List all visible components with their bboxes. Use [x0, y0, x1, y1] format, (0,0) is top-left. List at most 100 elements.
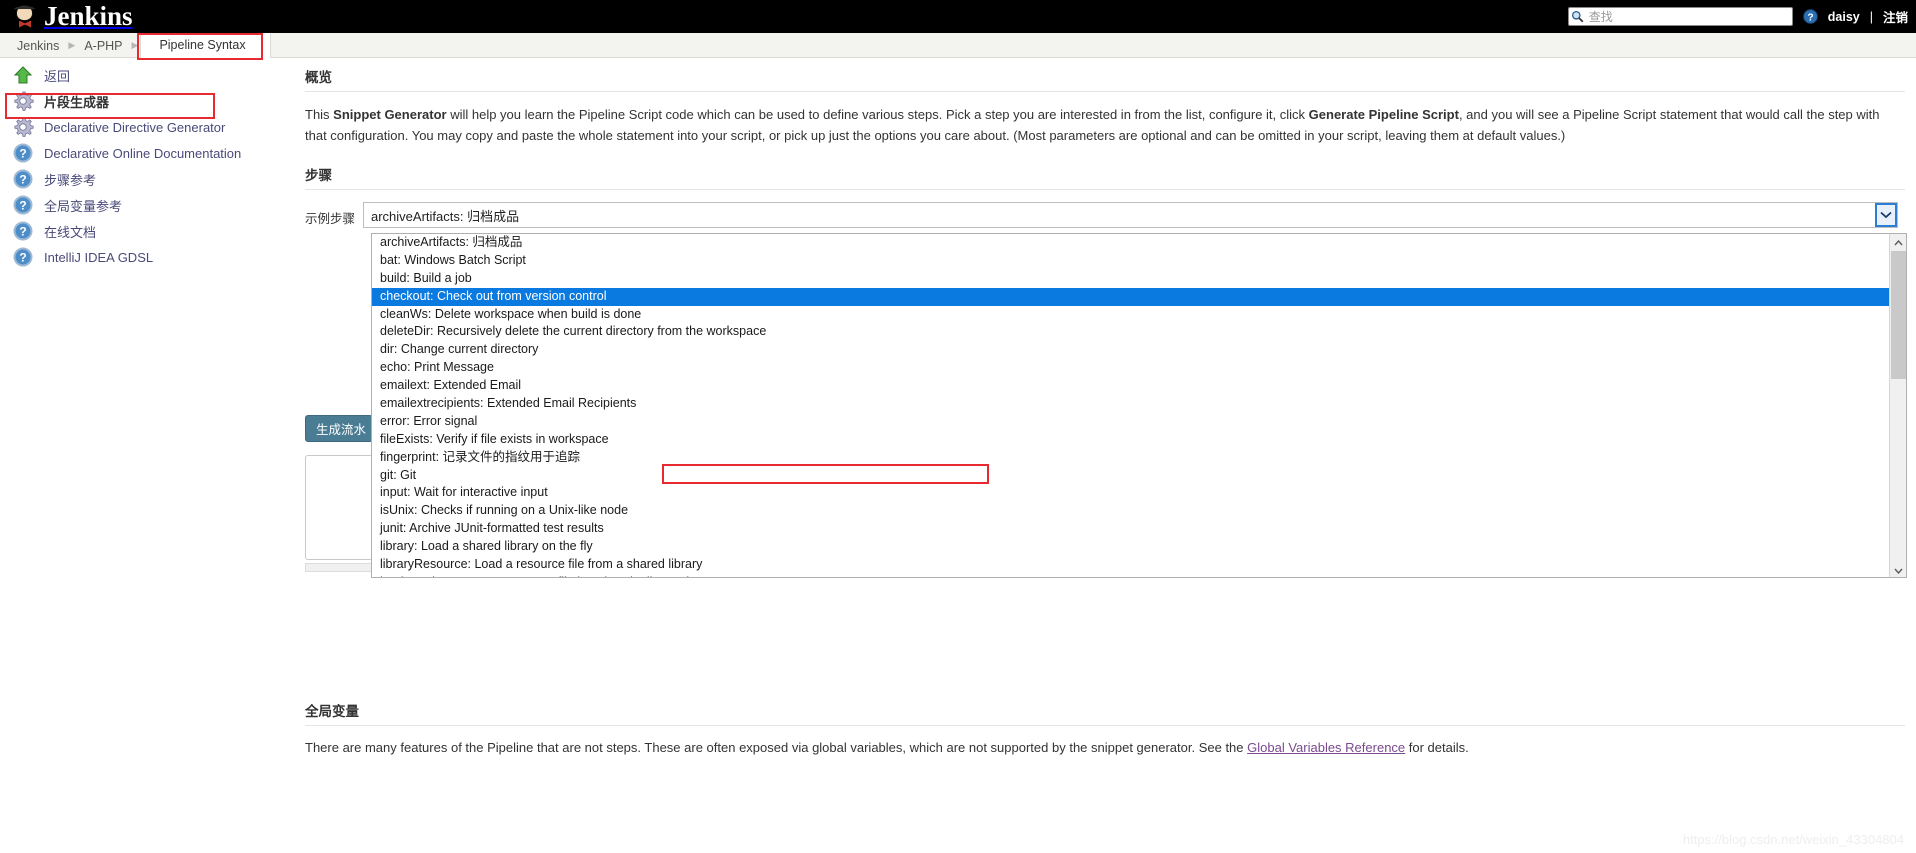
sidebar: 返回 片段生成器 Declarative Directive Generator… — [0, 62, 292, 270]
main-content: 概览 This Snippet Generator will help you … — [305, 66, 1907, 578]
sidebar-item-label: 片段生成器 — [44, 94, 110, 110]
sample-step-label: 示例步骤 — [305, 212, 356, 226]
breadcrumb-item-a-php[interactable]: A-PHP — [77, 39, 129, 53]
help-icon: ? — [13, 221, 33, 241]
divider — [305, 189, 1905, 190]
dropdown-option[interactable]: echo: Print Message — [372, 359, 1889, 377]
dropdown-option[interactable]: bat: Windows Batch Script — [372, 252, 1889, 270]
dropdown-option[interactable]: libraryResource: Load a resource file fr… — [372, 556, 1889, 574]
sidebar-item-label: IntelliJ IDEA GDSL — [44, 249, 154, 265]
svg-text:?: ? — [19, 225, 26, 239]
globals-text-1: There are many features of the Pipeline … — [305, 740, 1248, 755]
search-input[interactable] — [1567, 7, 1793, 26]
gear-icon — [14, 91, 34, 111]
dropdown-options: archiveArtifacts: 归档成品 bat: Windows Batch… — [372, 234, 1889, 577]
dropdown-option[interactable]: load: Evaluate a Groovy source file into… — [372, 574, 1889, 577]
dropdown-option[interactable]: build: Build a job — [372, 270, 1889, 288]
sidebar-item-label: 全局变量参考 — [44, 198, 123, 214]
jenkins-wordmark: Jenkins — [44, 1, 133, 31]
top-navigation-bar: Jenkins ? daisy | 注销 — [0, 0, 1916, 33]
dropdown-option[interactable]: emailextrecipients: Extended Email Recip… — [372, 395, 1889, 413]
help-icon: ? — [13, 195, 33, 215]
svg-text:?: ? — [19, 251, 26, 265]
svg-text:?: ? — [1807, 12, 1813, 23]
up-arrow-icon — [13, 66, 33, 84]
gear-icon — [14, 117, 34, 137]
breadcrumb-bar: Jenkins ▶ A-PHP ▶ Pipeline Syntax — [0, 33, 1916, 58]
divider — [305, 91, 1905, 92]
sidebar-item-declarative-directive-generator[interactable]: Declarative Directive Generator — [0, 114, 292, 140]
steps-heading: 步骤 — [305, 168, 332, 183]
sidebar-item-label: 返回 — [44, 68, 71, 84]
help-icon: ? — [13, 169, 33, 189]
overview-paragraph: This Snippet Generator will help you lea… — [305, 104, 1895, 146]
generate-pipeline-script-bold: Generate Pipeline Script — [1308, 107, 1459, 122]
overview-text-2: will help you learn the Pipeline Script … — [446, 107, 1309, 122]
svg-text:?: ? — [19, 199, 26, 213]
overview-heading: 概览 — [305, 70, 332, 85]
jenkins-butler-icon — [10, 2, 40, 32]
sidebar-item-snippet-generator[interactable]: 片段生成器 — [0, 88, 292, 114]
dropdown-option[interactable]: deleteDir: Recursively delete the curren… — [372, 323, 1889, 341]
jenkins-logo-link[interactable]: Jenkins — [10, 0, 133, 33]
dropdown-option[interactable]: input: Wait for interactive input — [372, 484, 1889, 502]
breadcrumb-chevron-icon: ▶ — [68, 40, 76, 50]
snippet-generator-bold: Snippet Generator — [333, 107, 447, 122]
generate-pipeline-script-button[interactable]: 生成流水 — [305, 415, 373, 442]
dropdown-option[interactable]: archiveArtifacts: 归档成品 — [372, 234, 1889, 252]
sidebar-item-online-documentation[interactable]: ? 在线文档 — [0, 218, 292, 244]
breadcrumb-item-pipeline-syntax[interactable]: Pipeline Syntax — [140, 33, 271, 58]
sample-step-row: 示例步骤 archiveArtifacts: 归档成品 — [305, 202, 1905, 228]
sidebar-item-steps-reference[interactable]: ? 步骤参考 — [0, 166, 292, 192]
globals-text-2: for details. — [1405, 740, 1469, 755]
global-variables-heading: 全局变量 — [305, 704, 359, 719]
watermark: https://blog.csdn.net/weixin_43304804 — [1682, 832, 1904, 847]
sidebar-item-label: 步骤参考 — [44, 172, 97, 188]
sidebar-item-label: Declarative Online Documentation — [44, 145, 242, 161]
sidebar-item-intellij-idea-gdsl[interactable]: ? IntelliJ IDEA GDSL — [0, 244, 292, 270]
sample-step-dropdown-list[interactable]: archiveArtifacts: 归档成品 bat: Windows Batch… — [371, 233, 1907, 578]
chevron-down-icon[interactable] — [1875, 203, 1897, 227]
dropdown-option[interactable]: isUnix: Checks if running on a Unix-like… — [372, 502, 1889, 520]
breadcrumb-chevron-icon: ▶ — [131, 40, 139, 50]
breadcrumb: Jenkins ▶ A-PHP ▶ Pipeline Syntax — [0, 33, 1916, 58]
scrollbar-thumb[interactable] — [1891, 251, 1906, 379]
scroll-up-icon[interactable] — [1890, 234, 1906, 251]
global-variables-paragraph: There are many features of the Pipeline … — [305, 738, 1905, 758]
help-icon[interactable]: ? — [1803, 9, 1818, 24]
sample-step-select[interactable]: archiveArtifacts: 归档成品 — [363, 202, 1898, 228]
separator: | — [1869, 9, 1873, 24]
divider — [305, 725, 1905, 726]
dropdown-scrollbar[interactable] — [1889, 234, 1906, 577]
user-name-link[interactable]: daisy — [1828, 10, 1860, 24]
sidebar-item-back[interactable]: 返回 — [0, 62, 292, 88]
breadcrumb-item-jenkins[interactable]: Jenkins — [10, 39, 66, 53]
dropdown-option[interactable]: library: Load a shared library on the fl… — [372, 538, 1889, 556]
dropdown-option[interactable]: junit: Archive JUnit-formatted test resu… — [372, 520, 1889, 538]
sidebar-item-label: 在线文档 — [44, 224, 97, 240]
sidebar-item-declarative-online-documentation[interactable]: ? Declarative Online Documentation — [0, 140, 292, 166]
sample-step-selected-value: archiveArtifacts: 归档成品 — [371, 208, 520, 224]
topbar-right-group: ? daisy | 注销 — [1567, 0, 1908, 33]
svg-text:?: ? — [19, 147, 26, 161]
dropdown-option[interactable]: checkout: Check out from version control — [372, 287, 1889, 306]
help-icon: ? — [13, 143, 33, 163]
dropdown-option[interactable]: emailext: Extended Email — [372, 377, 1889, 395]
global-variables-reference-link[interactable]: Global Variables Reference — [1247, 740, 1405, 755]
search-box[interactable] — [1567, 7, 1793, 26]
scroll-down-icon[interactable] — [1890, 562, 1906, 577]
overview-text-1: This — [305, 107, 334, 122]
sidebar-item-global-variable-reference[interactable]: ? 全局变量参考 — [0, 192, 292, 218]
dropdown-option[interactable]: fileExists: Verify if file exists in wor… — [372, 431, 1889, 449]
sidebar-item-label: Declarative Directive Generator — [44, 119, 226, 135]
snippet-generator-form: 示例步骤 archiveArtifacts: 归档成品 生成流水 archive… — [305, 202, 1907, 578]
help-icon: ? — [13, 247, 33, 267]
dropdown-option[interactable]: dir: Change current directory — [372, 341, 1889, 359]
dropdown-option[interactable]: git: Git — [372, 467, 1889, 485]
logout-link[interactable]: 注销 — [1883, 7, 1908, 26]
global-variables-section: 全局变量 There are many features of the Pipe… — [305, 700, 1905, 758]
svg-text:?: ? — [19, 173, 26, 187]
dropdown-option[interactable]: fingerprint: 记录文件的指纹用于追踪 — [372, 449, 1889, 467]
dropdown-option[interactable]: error: Error signal — [372, 413, 1889, 431]
dropdown-option[interactable]: cleanWs: Delete workspace when build is … — [372, 306, 1889, 324]
